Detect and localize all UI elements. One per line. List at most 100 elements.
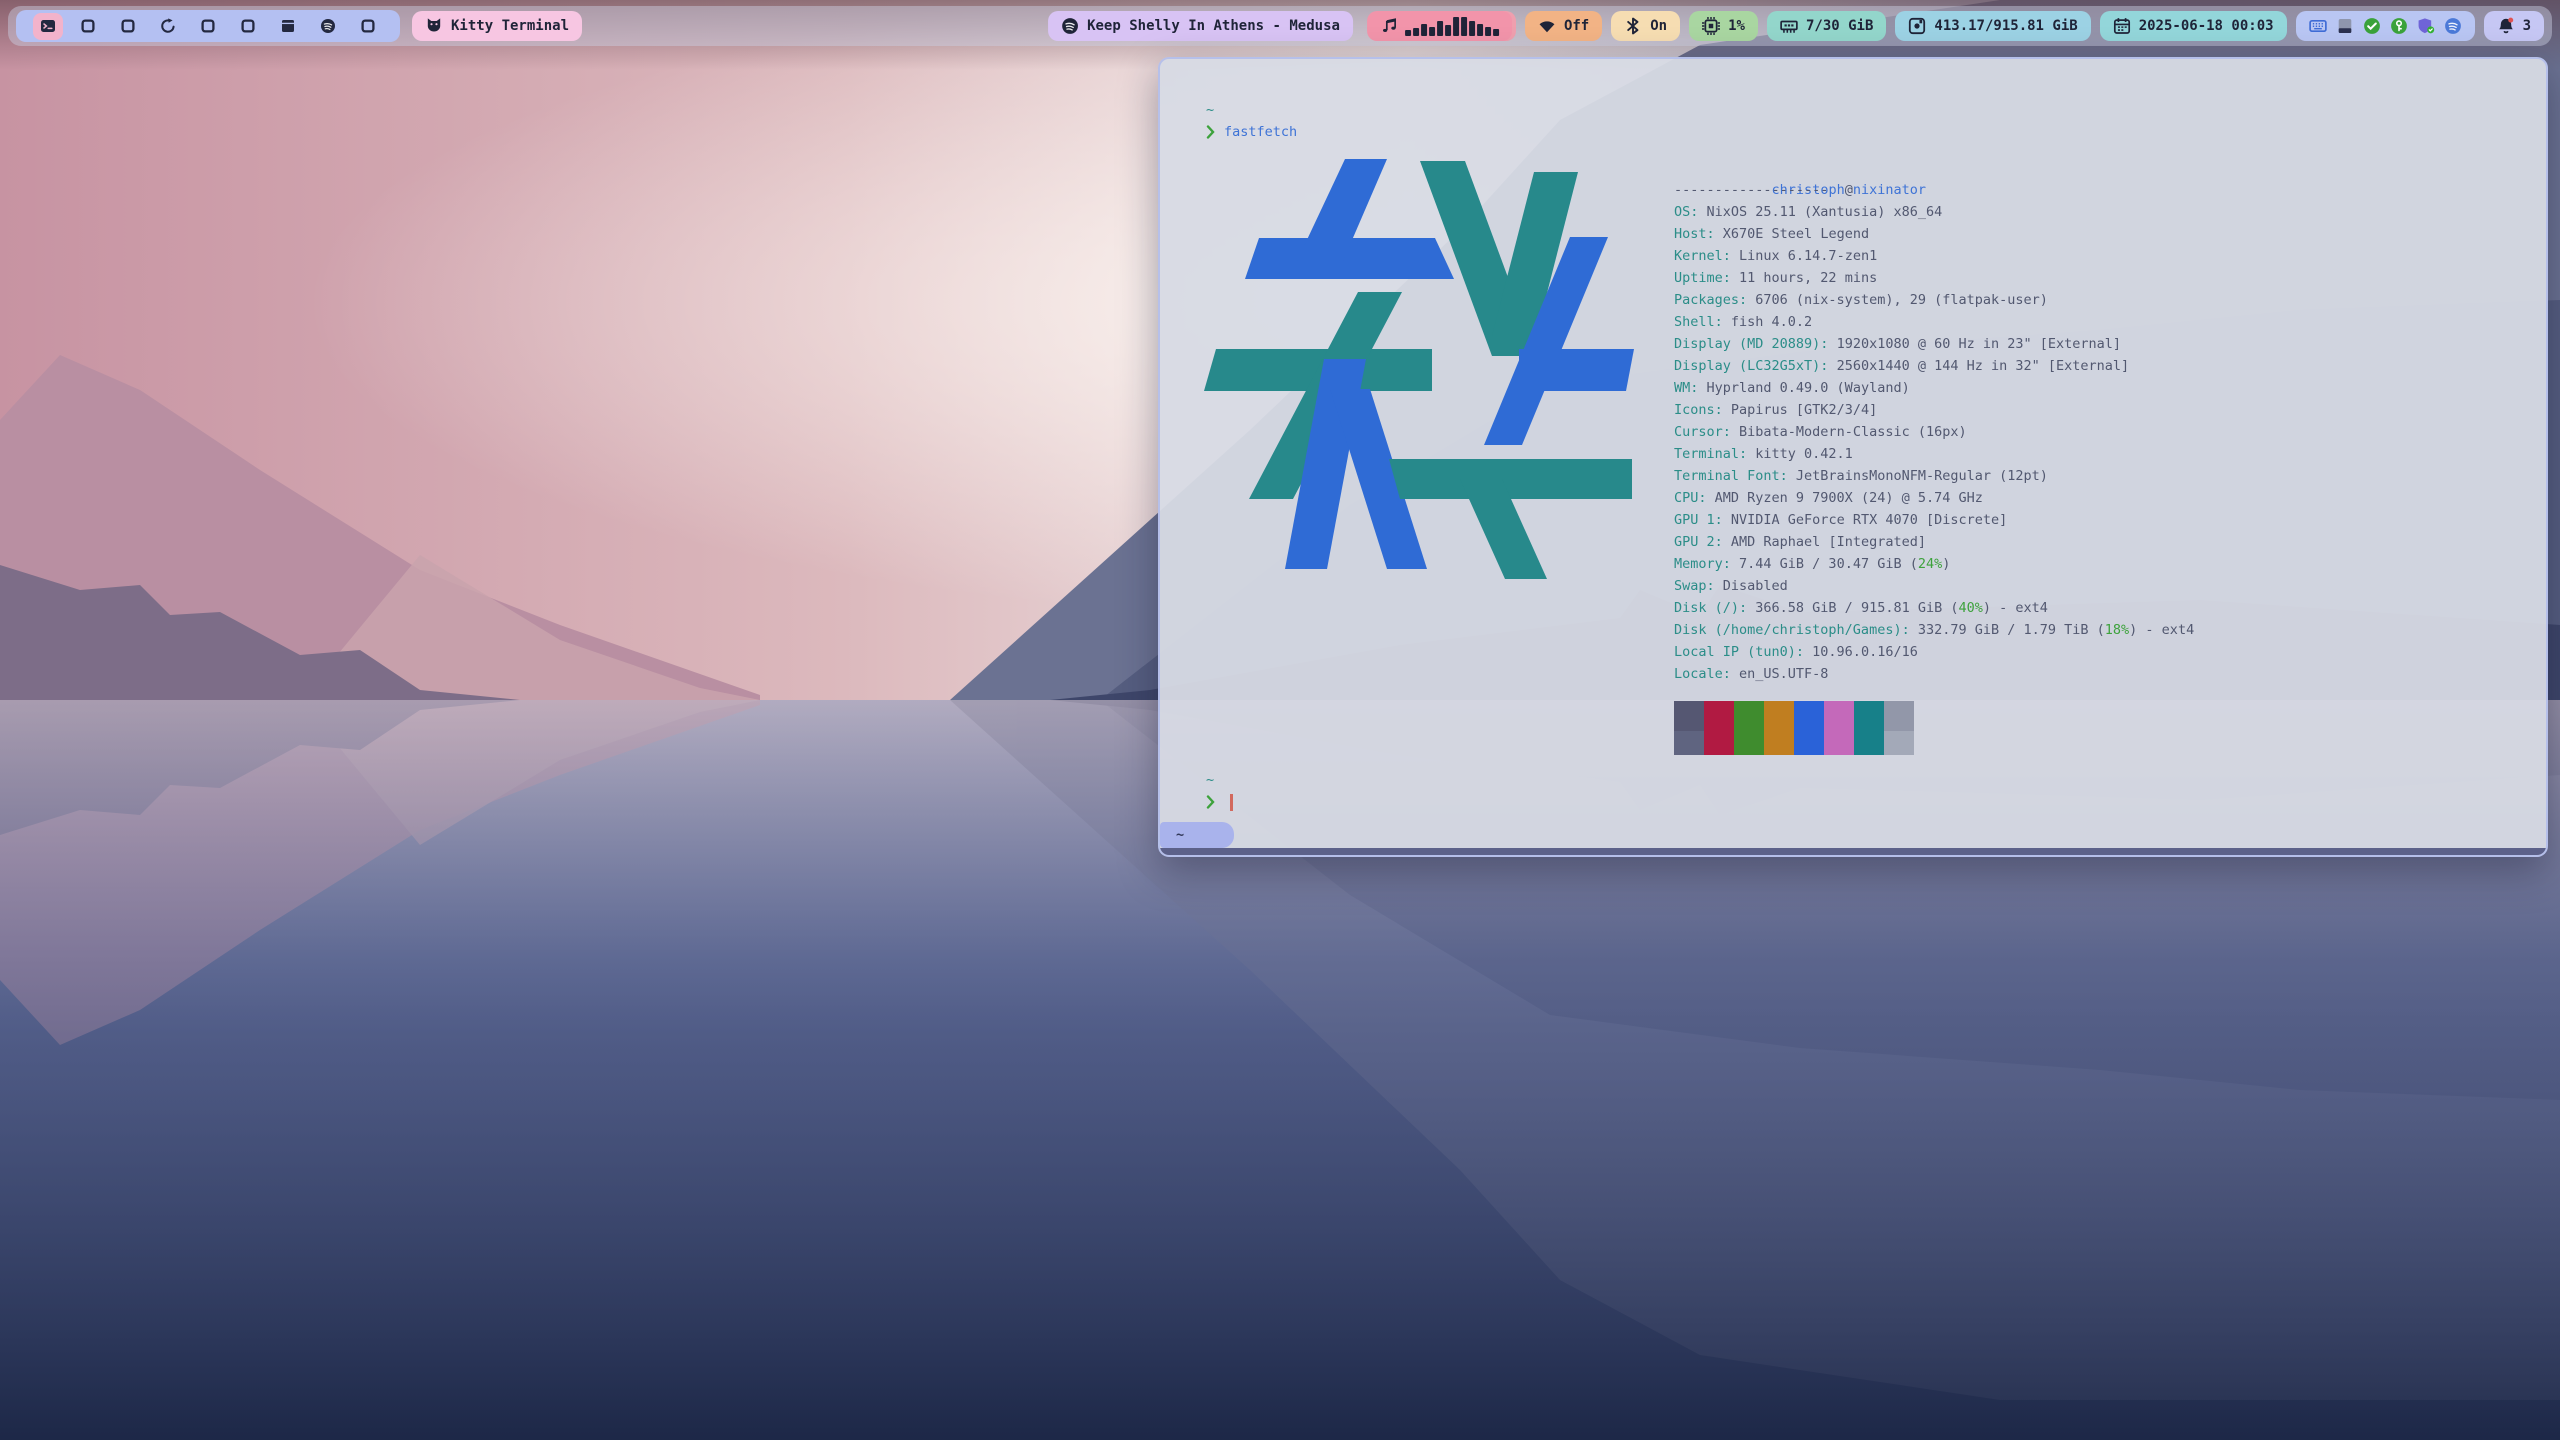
workspace-button-workspace-1[interactable]: [33, 13, 63, 40]
cpu-module[interactable]: 1%: [1689, 11, 1758, 41]
fastfetch-line: Display (MD 20889): 1920x1080 @ 60 Hz in…: [1674, 333, 2194, 355]
memory-module[interactable]: 7/30 GiB: [1767, 11, 1886, 41]
palette-row: [1674, 731, 2194, 755]
firefox-icon: [160, 18, 176, 34]
fastfetch-line: OS: NixOS 25.11 (Xantusia) x86_64: [1674, 201, 2194, 223]
notification-count: 3: [2523, 18, 2531, 34]
visualizer-bar: [1485, 27, 1491, 36]
fastfetch-info: christoph@nixinator ------------------- …: [1674, 149, 2194, 755]
palette-swatch: [1794, 731, 1824, 755]
palette-swatch: [1674, 701, 1704, 731]
audio-visualizer-module[interactable]: [1367, 11, 1512, 41]
wifi-module[interactable]: Off: [1525, 11, 1602, 41]
window-title-chip: Kitty Terminal: [412, 11, 582, 41]
fastfetch-line: Disk (/home/christoph/Games): 332.79 GiB…: [1674, 619, 2194, 641]
now-playing-label: Keep Shelly In Athens - Medusa: [1087, 18, 1340, 34]
square-icon: [360, 18, 376, 34]
memory-value: 7/30 GiB: [1806, 18, 1873, 34]
prompt-chevron-icon: [1206, 125, 1215, 139]
window-title-label: Kitty Terminal: [451, 18, 569, 34]
terminal-content: ~ fastfetch christoph@nixinator --------…: [1160, 59, 2546, 813]
disk-value: 413.17/915.81 GiB: [1934, 18, 2077, 34]
workspace-button-workspace-6[interactable]: [228, 10, 268, 42]
palette-swatch: [1824, 701, 1854, 731]
system-tray: [2296, 11, 2475, 41]
palette-swatch: [1764, 731, 1794, 755]
wifi-icon: [1538, 17, 1556, 35]
bar-center-section: Keep Shelly In Athens - Medusa: [1048, 11, 1512, 41]
fastfetch-line: GPU 2: AMD Raphael [Integrated]: [1674, 531, 2194, 553]
palette-swatch: [1884, 701, 1914, 731]
cpu-icon: [1702, 17, 1720, 35]
visualizer-bar: [1477, 24, 1483, 36]
tab-label: ~: [1176, 824, 1184, 846]
disk-icon: [1908, 17, 1926, 35]
spotify-tray-icon[interactable]: [2444, 17, 2462, 35]
workspace-button-workspace-7[interactable]: [268, 10, 308, 42]
top-bar: Kitty Terminal Keep Shelly In Athens - M…: [8, 6, 2552, 46]
device-tray-icon[interactable]: [2336, 17, 2354, 35]
vpn-shield-tray-icon[interactable]: [2417, 17, 2435, 35]
keyboard-tray-icon[interactable]: [2309, 17, 2327, 35]
palette-swatch: [1704, 731, 1734, 755]
cat-icon: [425, 17, 443, 35]
prompt-cwd: ~: [1206, 769, 2500, 791]
fastfetch-line: Swap: Disabled: [1674, 575, 2194, 597]
bluetooth-value: On: [1650, 18, 1667, 34]
palette-swatch: [1824, 731, 1854, 755]
disk-module[interactable]: 413.17/915.81 GiB: [1895, 11, 2090, 41]
visualizer-bar: [1405, 30, 1411, 36]
fastfetch-line: GPU 1: NVIDIA GeForce RTX 4070 [Discrete…: [1674, 509, 2194, 531]
fastfetch-line: CPU: AMD Ryzen 9 7900X (24) @ 5.74 GHz: [1674, 487, 2194, 509]
fastfetch-line: Disk (/): 366.58 GiB / 915.81 GiB (40%) …: [1674, 597, 2194, 619]
kitty-terminal-window[interactable]: ~ fastfetch christoph@nixinator --------…: [1158, 57, 2548, 857]
fastfetch-separator: -------------------: [1674, 179, 2194, 201]
cpu-value: 1%: [1728, 18, 1745, 34]
fastfetch-line: Packages: 6706 (nix-system), 29 (flatpak…: [1674, 289, 2194, 311]
bluetooth-module[interactable]: On: [1611, 11, 1680, 41]
prompt-cwd: ~: [1206, 99, 2500, 121]
square-icon: [80, 18, 96, 34]
notifications-module[interactable]: 3: [2484, 11, 2544, 41]
visualizer-bar: [1461, 17, 1467, 36]
palette-swatch: [1764, 701, 1794, 731]
bar-left-section: Kitty Terminal: [16, 10, 582, 42]
fastfetch-lines: OS: NixOS 25.11 (Xantusia) x86_64Host: X…: [1674, 201, 2194, 685]
terminal-tab[interactable]: ~: [1160, 822, 1234, 848]
bluetooth-icon: [1624, 17, 1642, 35]
square-icon: [200, 18, 216, 34]
palette-row: [1674, 701, 2194, 731]
workspace-button-workspace-5[interactable]: [188, 10, 228, 42]
updates-ok-tray-icon[interactable]: [2363, 17, 2381, 35]
fastfetch-line: Cursor: Bibata-Modern-Classic (16px): [1674, 421, 2194, 443]
calendar-icon: [2113, 17, 2131, 35]
fastfetch-line: Locale: en_US.UTF-8: [1674, 663, 2194, 685]
palette-swatch: [1884, 731, 1914, 755]
workspace-button-workspace-3[interactable]: [108, 10, 148, 42]
fastfetch-line: Local IP (tun0): 10.96.0.16/16: [1674, 641, 2194, 663]
workspace-button-workspace-8[interactable]: [308, 10, 348, 42]
fastfetch-line: WM: Hyprland 0.49.0 (Wayland): [1674, 377, 2194, 399]
keepassxc-tray-icon[interactable]: [2390, 17, 2408, 35]
visualizer-bars: [1405, 16, 1499, 36]
clock-module[interactable]: 2025-06-18 00:03: [2100, 11, 2287, 41]
ram-icon: [1780, 17, 1798, 35]
palette-swatch: [1734, 731, 1764, 755]
terminal-icon: [40, 18, 56, 34]
workspace-button-workspace-9[interactable]: [348, 10, 388, 42]
music-note-icon: [1380, 17, 1398, 35]
fastfetch-line: Icons: Papirus [GTK2/3/4]: [1674, 399, 2194, 421]
palette-swatch: [1854, 701, 1884, 731]
media-player-module[interactable]: Keep Shelly In Athens - Medusa: [1048, 11, 1353, 41]
square-icon: [240, 18, 256, 34]
wifi-value: Off: [1564, 18, 1589, 34]
fastfetch-output: christoph@nixinator ------------------- …: [1206, 149, 2500, 755]
command-text: fastfetch: [1224, 121, 1297, 143]
input-line[interactable]: [1206, 791, 2500, 813]
workspace-button-workspace-2[interactable]: [68, 10, 108, 42]
visualizer-bar: [1413, 28, 1419, 36]
workspace-button-workspace-4[interactable]: [148, 10, 188, 42]
status-modules: 85%OffOn1%7/30 GiB413.17/915.81 GiB2025-…: [1439, 11, 2287, 41]
visualizer-bar: [1469, 21, 1475, 36]
fastfetch-line: Shell: fish 4.0.2: [1674, 311, 2194, 333]
